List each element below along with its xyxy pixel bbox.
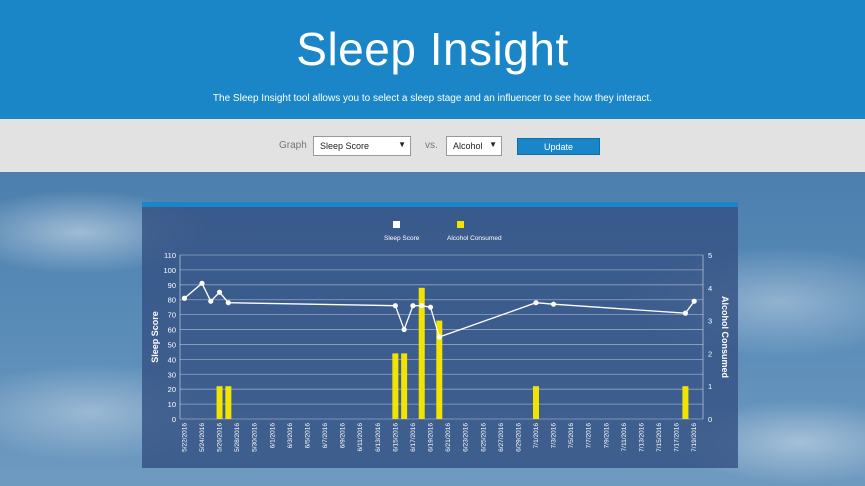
page-subtitle: The Sleep Insight tool allows you to sel… [212, 93, 653, 104]
x-tick-label: 6/7/2016 [322, 423, 329, 449]
sleep-score-point [181, 295, 187, 301]
sleep-score-point [550, 301, 557, 307]
x-tick-label: 6/21/2016 [445, 423, 452, 452]
chart: 0 10 20 30 40 50 60 70 80 90 100 110 0 1 2 3 4 5 5/22/201… [150, 221, 730, 452]
x-tick-label: 7/1/2016 [533, 423, 540, 449]
x-tick-label: 7/7/2016 [586, 423, 593, 449]
y-tick-label: 10 [168, 400, 176, 409]
sleep-score-point [401, 326, 407, 333]
sleep-score-point [533, 300, 539, 306]
sleep-score-point [392, 303, 398, 309]
chart-panel: 0 10 20 30 40 50 60 70 80 90 100 110 0 1 2 3 4 5 5/22/201… [142, 202, 738, 468]
x-tick-label: 7/15/2016 [656, 423, 663, 452]
sleep-score-point [410, 303, 416, 309]
x-tick-label: 6/1/2016 [269, 423, 276, 449]
x-tick-label: 6/15/2016 [392, 423, 399, 452]
sleep-score-point [225, 300, 231, 306]
influencer-select[interactable]: Alcohol ▼ [446, 136, 502, 156]
x-tick-label: 7/19/2016 [691, 423, 698, 452]
dropdown-arrow-icon: ▼ [489, 140, 497, 149]
y2-tick-label: 2 [708, 349, 712, 358]
y-tick-label: 90 [168, 281, 176, 290]
y-tick-label: 40 [168, 355, 176, 364]
y-tick-label: 100 [163, 266, 176, 275]
update-button[interactable]: Update [517, 138, 600, 155]
alcohol-bar [392, 353, 399, 419]
legend-swatch-sleep-score [393, 221, 400, 228]
y2-tick-label: 0 [708, 415, 712, 424]
y2-tick-label: 3 [708, 317, 712, 326]
x-tick-label: 6/11/2016 [357, 423, 364, 452]
sleep-score-point [427, 304, 434, 310]
alcohol-bar [401, 353, 408, 419]
graph-label: Graph [279, 140, 307, 151]
x-tick-label: 7/9/2016 [603, 423, 610, 449]
x-tick-label: 6/27/2016 [498, 423, 505, 452]
y-axis-title: Sleep Score [150, 311, 160, 363]
x-tick-label: 6/19/2016 [428, 423, 435, 452]
sleep-stage-select[interactable]: Sleep Score ▼ [313, 136, 411, 156]
y-tick-label: 70 [168, 311, 176, 320]
sleep-score-point [216, 289, 223, 295]
x-tick-label: 7/17/2016 [674, 423, 681, 452]
x-tick-label: 6/3/2016 [287, 423, 294, 449]
x-tick-label: 6/5/2016 [304, 423, 311, 449]
alcohol-bar [682, 386, 689, 419]
sleep-stage-value: Sleep Score [320, 141, 370, 151]
x-tick-label: 6/29/2016 [515, 423, 522, 452]
x-tick-label: 7/11/2016 [621, 423, 628, 452]
header: Sleep Insight The Sleep Insight tool all… [0, 0, 865, 119]
x-tick-label: 7/13/2016 [638, 423, 645, 452]
y2-tick-label: 4 [708, 284, 712, 293]
chart-legend: Sleep Score Alcohol Consumed [384, 221, 502, 242]
x-tick-label: 7/3/2016 [551, 423, 558, 449]
x-tick-label: 6/17/2016 [410, 423, 417, 452]
chart-x-labels: 5/22/2016 5/24/2016 5/26/2016 5/28/2016 5/30… [181, 423, 698, 452]
y2-tick-label: 1 [708, 382, 712, 391]
sleep-score-point [436, 334, 442, 340]
x-tick-label: 6/13/2016 [375, 423, 382, 452]
sleep-score-point [682, 310, 689, 316]
x-tick-label: 6/23/2016 [463, 423, 470, 452]
y-tick-label: 110 [164, 251, 176, 260]
alcohol-bar [216, 386, 223, 419]
x-tick-label: 5/28/2016 [234, 423, 241, 452]
dropdown-arrow-icon: ▼ [398, 140, 406, 149]
legend-swatch-alcohol [457, 221, 464, 228]
sleep-score-point [208, 298, 214, 304]
y-tick-label: 80 [168, 296, 176, 305]
y2-axis-title: Alcohol Consumed [720, 296, 730, 378]
alcohol-bar [225, 386, 232, 419]
sleep-score-point [199, 280, 205, 286]
chart-bars [216, 287, 689, 419]
x-tick-label: 6/25/2016 [480, 423, 487, 452]
y-tick-label: 30 [168, 370, 176, 379]
y-tick-label: 0 [172, 415, 176, 424]
x-tick-label: 5/30/2016 [252, 423, 259, 452]
sleep-score-point [419, 303, 425, 309]
x-tick-label: 7/5/2016 [568, 423, 575, 449]
y2-tick-label: 5 [708, 251, 712, 260]
x-tick-label: 5/26/2016 [217, 423, 224, 452]
x-tick-label: 5/22/2016 [181, 423, 188, 452]
y-tick-label: 20 [168, 385, 176, 394]
y-tick-label: 50 [168, 340, 176, 349]
controls-bar: Graph vs. [0, 119, 865, 172]
y-tick-label: 60 [168, 326, 176, 335]
x-tick-label: 5/24/2016 [199, 423, 206, 452]
vs-label: vs. [425, 140, 438, 151]
x-tick-label: 6/9/2016 [340, 423, 347, 449]
legend-label-sleep-score: Sleep Score [384, 235, 420, 242]
sleep-score-point [691, 298, 697, 304]
legend-label-alcohol: Alcohol Consumed [447, 235, 502, 242]
influencer-value: Alcohol [453, 141, 483, 151]
alcohol-bar [532, 386, 539, 419]
page-title: Sleep Insight [296, 23, 569, 75]
